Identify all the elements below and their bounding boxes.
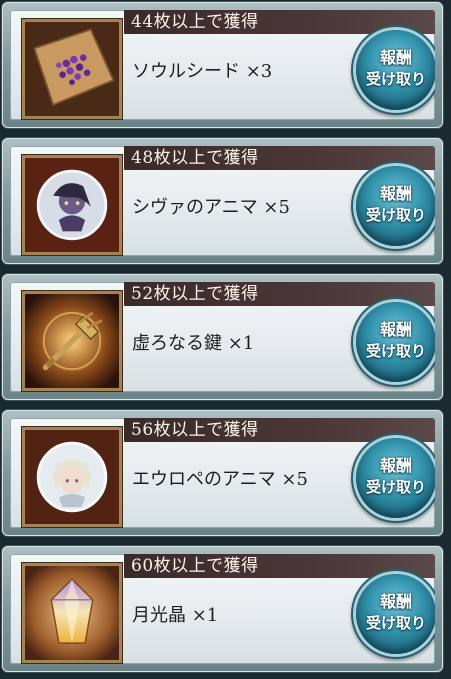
claim-reward-sublabel: 受け取り [365,70,426,88]
claim-reward-label: 報酬 [379,592,412,611]
reward-item-name: シヴァのアニマ ×5 [132,197,290,218]
claim-reward-label: 報酬 [379,184,412,203]
europa-anima-icon [22,427,122,527]
reward-item-name: ソウルシード ×3 [132,61,273,82]
reward-item-name: エウロペのアニマ ×5 [132,469,308,490]
reward-card-body: 44枚以上で獲得 ソウルシード ×3 報酬 受け取り [10,10,435,120]
reward-list: 44枚以上で獲得 ソウルシード ×3 報酬 受け取り 48枚以上で獲得 シヴァの… [0,0,451,679]
claim-reward-button[interactable]: 報酬 受け取り [356,30,435,110]
reward-item-name: 虚ろなる鍵 ×1 [132,333,255,354]
reward-card: 60枚以上で獲得 月光晶 ×1 報酬 受け取り [2,546,443,672]
moonlight-crystal-icon [22,563,122,663]
reward-card: 48枚以上で獲得 シヴァのアニマ ×5 報酬 受け取り [2,138,443,264]
claim-reward-label: 報酬 [379,48,412,67]
claim-reward-sublabel: 受け取り [365,478,426,496]
claim-reward-button[interactable]: 報酬 受け取り [356,302,435,382]
reward-card-body: 56枚以上で獲得 エウロペのアニマ ×5 報酬 受け取り [10,418,435,528]
claim-reward-button[interactable]: 報酬 受け取り [356,166,435,246]
reward-card: 44枚以上で獲得 ソウルシード ×3 報酬 受け取り [2,2,443,128]
claim-reward-sublabel: 受け取り [365,342,426,360]
claim-reward-label: 報酬 [379,456,412,475]
shiva-anima-icon [22,155,122,255]
reward-card: 52枚以上で獲得 虚ろなる鍵 ×1 報酬 受け取り [2,274,443,400]
reward-card-body: 52枚以上で獲得 虚ろなる鍵 ×1 報酬 受け取り [10,282,435,392]
hollow-key-icon [22,291,122,391]
claim-reward-button[interactable]: 報酬 受け取り [356,438,435,518]
claim-reward-sublabel: 受け取り [365,614,426,632]
claim-reward-label: 報酬 [379,320,412,339]
reward-card-body: 60枚以上で獲得 月光晶 ×1 報酬 受け取り [10,554,435,664]
reward-item-name: 月光晶 ×1 [132,605,219,626]
reward-card-body: 48枚以上で獲得 シヴァのアニマ ×5 報酬 受け取り [10,146,435,256]
claim-reward-button[interactable]: 報酬 受け取り [356,574,435,654]
soul-seed-icon [22,19,122,119]
reward-card: 56枚以上で獲得 エウロペのアニマ ×5 報酬 受け取り [2,410,443,536]
claim-reward-sublabel: 受け取り [365,206,426,224]
